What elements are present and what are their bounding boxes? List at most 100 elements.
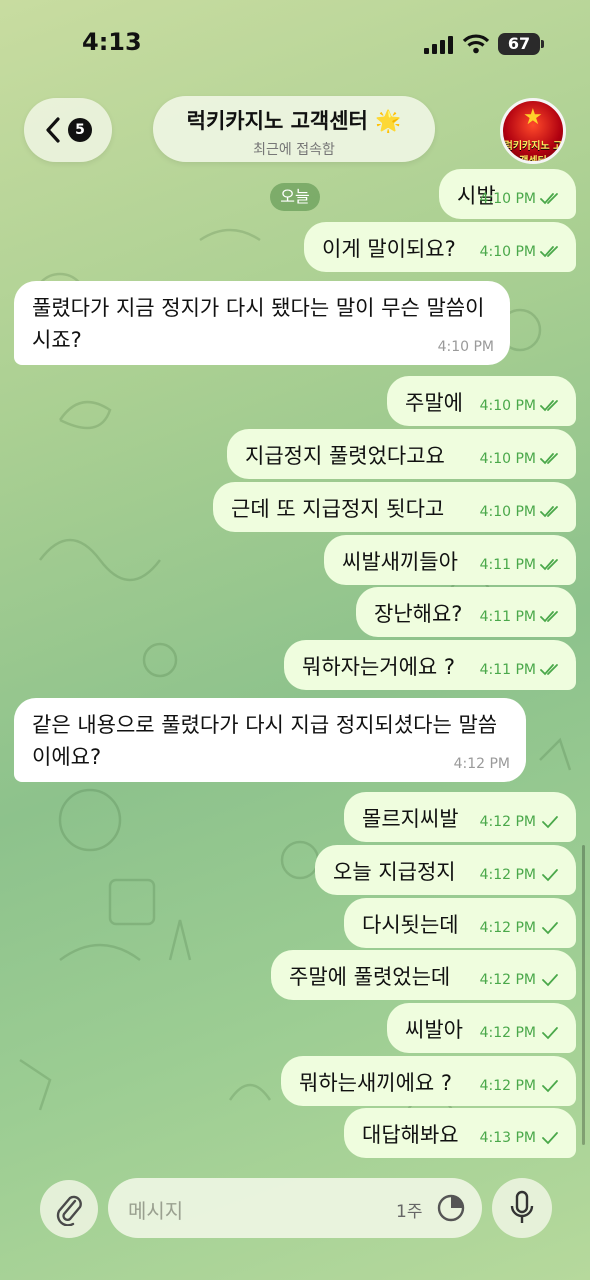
attach-button[interactable] bbox=[40, 1180, 98, 1238]
outgoing-message[interactable]: 주말에 풀렷었는데 4:12 PM bbox=[271, 950, 576, 1000]
single-check-icon bbox=[542, 869, 558, 882]
auto-delete-label: 1주 bbox=[396, 1202, 423, 1222]
message-input[interactable]: 메시지 1주 bbox=[108, 1178, 482, 1238]
message-meta: 4:10 PM bbox=[438, 339, 494, 355]
message-text: 대답해봐요 bbox=[362, 1123, 459, 1147]
chat-status: 최근에 접속함 bbox=[253, 142, 335, 158]
message-time: 4:12 PM bbox=[479, 814, 536, 830]
message-meta: 4:12 PM bbox=[454, 756, 510, 772]
message-meta: 4:10 PM bbox=[480, 244, 562, 260]
double-check-icon bbox=[540, 506, 558, 518]
message-time: 4:11 PM bbox=[479, 609, 536, 625]
microphone-button[interactable] bbox=[492, 1178, 552, 1238]
message-meta: 4:12 PM bbox=[480, 867, 562, 883]
incoming-message[interactable]: 풀렸다가 지금 정지가 다시 됐다는 말이 무슨 말씀이시죠? 4:10 PM bbox=[14, 281, 510, 365]
message-time: 4:10 PM bbox=[479, 398, 536, 414]
message-time: 4:12 PM bbox=[453, 756, 510, 772]
message-meta: 4:11 PM bbox=[480, 609, 562, 625]
message-meta: 4:13 PM bbox=[480, 1130, 562, 1146]
double-check-icon bbox=[540, 559, 558, 571]
message-time: 4:11 PM bbox=[479, 557, 536, 573]
chat-header[interactable]: 럭키카지노 고객센터 🌟 최근에 접속함 bbox=[153, 96, 435, 162]
status-time: 4:13 bbox=[82, 28, 142, 56]
message-time: 4:12 PM bbox=[479, 1025, 536, 1041]
scrollbar[interactable] bbox=[582, 845, 585, 1145]
message-meta: 4:10 PM bbox=[480, 504, 562, 520]
outgoing-message[interactable]: 장난해요? 4:11 PM bbox=[356, 587, 576, 637]
double-check-icon bbox=[540, 400, 558, 412]
message-meta: 4:10 PM bbox=[480, 451, 562, 467]
message-text: 씨발새끼들아 bbox=[342, 550, 458, 574]
message-meta: 4:12 PM bbox=[480, 972, 562, 988]
message-text: 다시됫는데 bbox=[362, 913, 459, 937]
battery-tip bbox=[541, 40, 544, 48]
outgoing-message[interactable]: 시발 4:10 PM bbox=[439, 169, 576, 219]
single-check-icon bbox=[542, 922, 558, 935]
outgoing-message[interactable]: 주말에 4:10 PM bbox=[387, 376, 576, 426]
outgoing-message[interactable]: 오늘 지급정지 4:12 PM bbox=[315, 845, 576, 895]
message-text: 같은 내용으로 풀렸다가 다시 지급 정지되셨다는 말씀이에요? bbox=[32, 713, 498, 769]
message-time: 4:10 PM bbox=[479, 504, 536, 520]
message-text: 지급정지 풀렷었다고요 bbox=[245, 444, 445, 468]
double-check-icon bbox=[540, 193, 558, 205]
timer-icon[interactable] bbox=[436, 1193, 466, 1223]
message-text: 근데 또 지급정지 됫다고 bbox=[231, 497, 445, 521]
single-check-icon bbox=[542, 1027, 558, 1040]
outgoing-message[interactable]: 뭐하자는거에요 ? 4:11 PM bbox=[284, 640, 576, 690]
double-check-icon bbox=[540, 453, 558, 465]
unread-count-badge: 5 bbox=[68, 118, 92, 142]
outgoing-message[interactable]: 근데 또 지급정지 됫다고 4:10 PM bbox=[213, 482, 576, 532]
outgoing-message[interactable]: 씨발새끼들아 4:11 PM bbox=[324, 535, 576, 585]
single-check-icon bbox=[542, 1080, 558, 1093]
message-text: 주말에 풀렷었는데 bbox=[289, 965, 451, 989]
outgoing-message[interactable]: 지급정지 풀렷었다고요 4:10 PM bbox=[227, 429, 576, 479]
message-time: 4:13 PM bbox=[479, 1130, 536, 1146]
single-check-icon bbox=[542, 816, 558, 829]
message-meta: 4:11 PM bbox=[480, 662, 562, 678]
outgoing-message[interactable]: 몰르지씨발 4:12 PM bbox=[344, 792, 576, 842]
message-time: 4:12 PM bbox=[479, 972, 536, 988]
message-time: 4:10 PM bbox=[479, 451, 536, 467]
message-text: 오늘 지급정지 bbox=[333, 860, 456, 884]
message-text: 풀렸다가 지금 정지가 다시 됐다는 말이 무슨 말씀이시죠? bbox=[32, 296, 485, 352]
outgoing-message[interactable]: 이게 말이되요? 4:10 PM bbox=[304, 222, 576, 272]
double-check-icon bbox=[540, 664, 558, 676]
message-time: 4:11 PM bbox=[479, 662, 536, 678]
message-time: 4:10 PM bbox=[479, 244, 536, 260]
message-time: 4:12 PM bbox=[479, 920, 536, 936]
message-input-placeholder: 메시지 bbox=[128, 1199, 184, 1223]
outgoing-message[interactable]: 다시됫는데 4:12 PM bbox=[344, 898, 576, 948]
status-bar: 4:13 67 bbox=[0, 0, 590, 90]
double-check-icon bbox=[540, 611, 558, 623]
message-meta: 4:10 PM bbox=[480, 191, 562, 207]
message-time: 4:12 PM bbox=[479, 1078, 536, 1094]
double-check-icon bbox=[540, 246, 558, 258]
cellular-signal-icon bbox=[424, 36, 453, 54]
outgoing-message[interactable]: 뭐하는새끼에요 ? 4:12 PM bbox=[281, 1056, 576, 1106]
avatar[interactable]: ★ 럭키카지노 고객센터 bbox=[500, 98, 566, 164]
single-check-icon bbox=[542, 1132, 558, 1145]
star-icon: ★ bbox=[523, 105, 543, 130]
message-meta: 4:12 PM bbox=[480, 1078, 562, 1094]
message-text: 뭐하는새끼에요 ? bbox=[299, 1071, 453, 1095]
message-meta: 4:12 PM bbox=[480, 1025, 562, 1041]
message-meta: 4:12 PM bbox=[480, 920, 562, 936]
back-button[interactable]: 5 bbox=[24, 98, 112, 162]
message-text: 이게 말이되요? bbox=[322, 237, 456, 261]
message-meta: 4:12 PM bbox=[480, 814, 562, 830]
message-text: 주말에 bbox=[405, 391, 463, 415]
paperclip-icon bbox=[56, 1195, 82, 1226]
date-separator: 오늘 bbox=[270, 183, 320, 211]
avatar-logo-text: 럭키카지노 고객센터 bbox=[503, 141, 563, 164]
message-time: 4:12 PM bbox=[479, 867, 536, 883]
message-text: 장난해요? bbox=[374, 602, 463, 626]
single-check-icon bbox=[542, 974, 558, 987]
message-text: 씨발아 bbox=[405, 1018, 463, 1042]
chevron-left-icon bbox=[46, 117, 60, 143]
incoming-message[interactable]: 같은 내용으로 풀렸다가 다시 지급 정지되셨다는 말씀이에요? 4:12 PM bbox=[14, 698, 526, 782]
outgoing-message[interactable]: 대답해봐요 4:13 PM bbox=[344, 1108, 576, 1158]
outgoing-message[interactable]: 씨발아 4:12 PM bbox=[387, 1003, 576, 1053]
battery-level: 67 bbox=[498, 33, 540, 55]
wifi-icon bbox=[462, 34, 490, 54]
chat-title: 럭키카지노 고객센터 🌟 bbox=[186, 109, 402, 133]
